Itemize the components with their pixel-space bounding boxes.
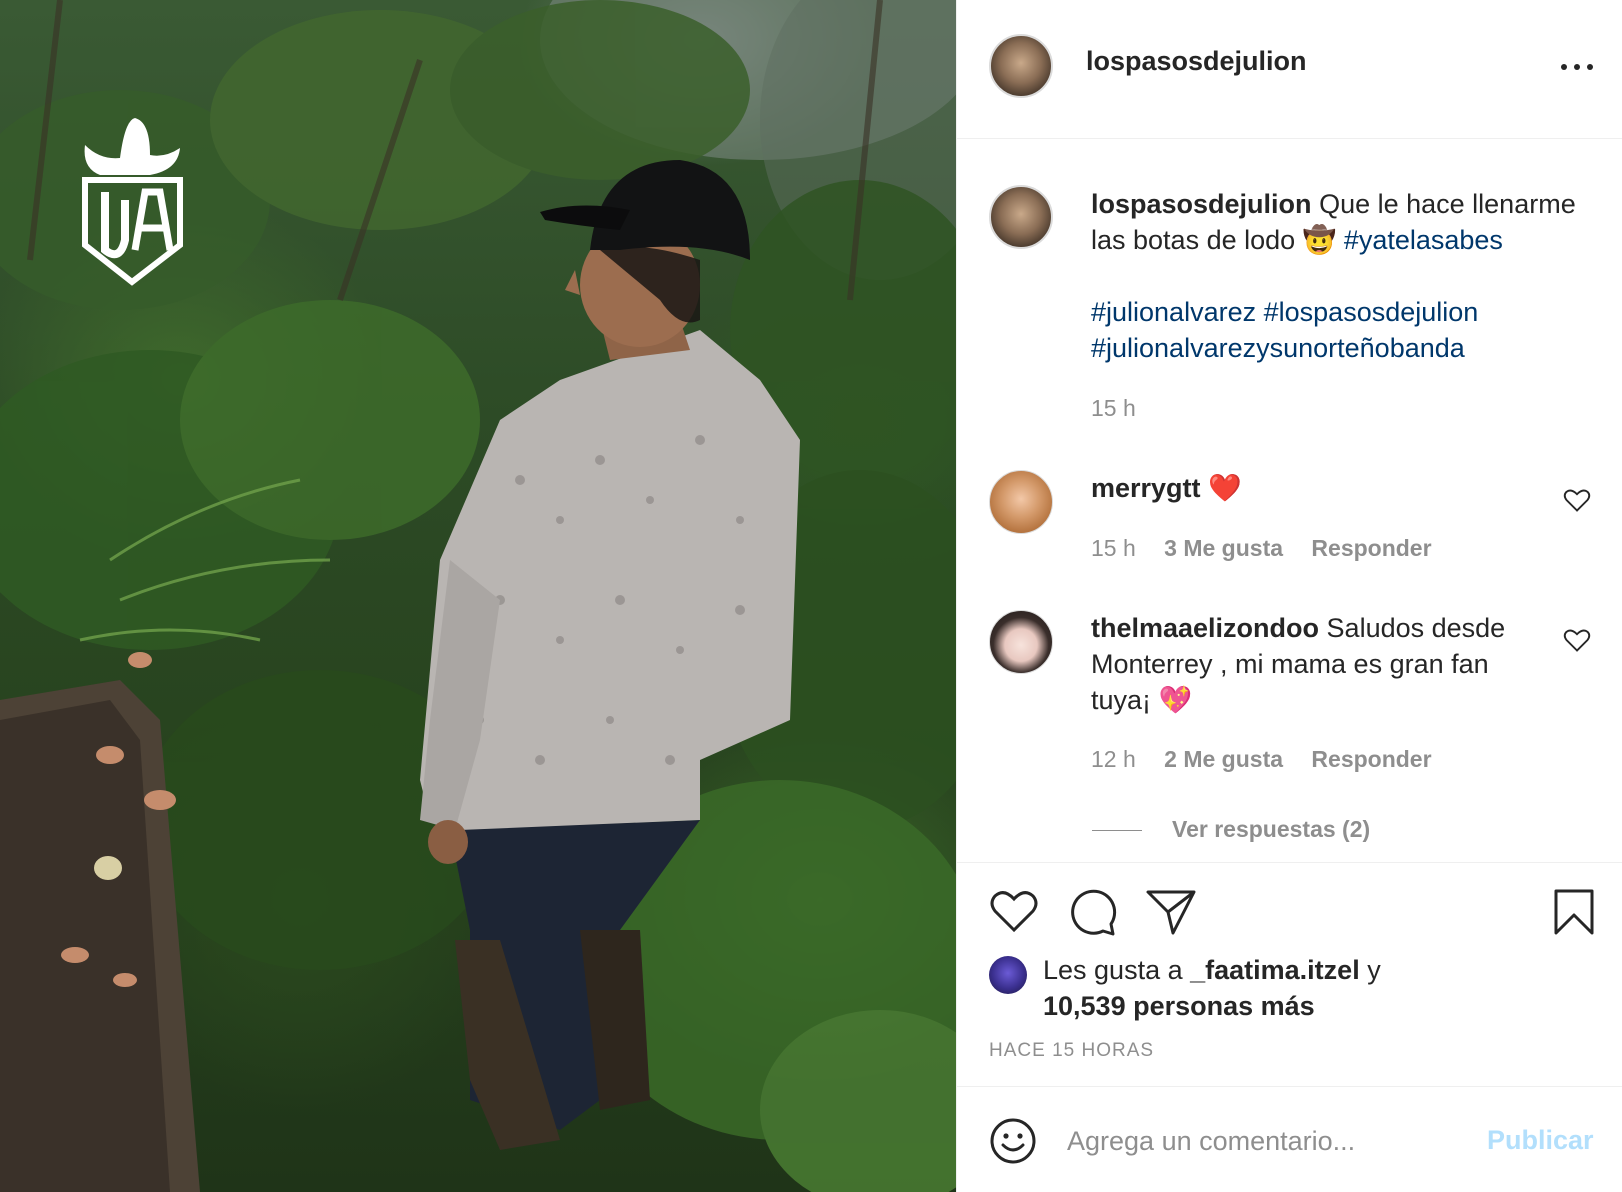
hashtag-link[interactable]: #yatelasabes [1344,225,1503,255]
comment: thelmaaelizondoo Saludos desde Monterrey… [1091,610,1561,718]
like-heart-icon[interactable] [989,888,1039,934]
more-options-icon[interactable] [1557,56,1597,76]
caption-time[interactable]: 15 h [1091,395,1136,422]
comment-emoji: 💖 [1158,685,1193,715]
post-caption: lospasosdejulion Que le hace llenarme la… [1091,186,1591,366]
caption-username[interactable]: lospasosdejulion [1091,189,1312,219]
liker-username[interactable]: _faatima.itzel [1190,955,1360,985]
reply-button[interactable]: Responder [1311,746,1431,772]
hashtag-link[interactable]: #julionalvarez [1091,297,1256,327]
commenter-avatar[interactable] [989,610,1053,674]
comment-input[interactable] [1067,1121,1447,1161]
replies-divider [1092,830,1142,832]
comment-text: tuya¡ [1091,685,1152,715]
comment-like-heart-icon[interactable] [1563,627,1591,653]
comment-username[interactable]: merrygtt [1091,473,1201,503]
hashtag-link[interactable]: #lospasosdejulion [1264,297,1479,327]
caption-author-avatar[interactable] [989,185,1053,249]
photo-illustration [0,0,956,1192]
emoji-icon[interactable] [989,1117,1037,1165]
commenter-avatar[interactable] [989,470,1053,534]
comment-username[interactable]: thelmaaelizondoo [1091,613,1319,643]
comment-emoji: ❤️ [1208,473,1242,503]
liker-avatar[interactable] [989,956,1027,994]
comment-like-heart-icon[interactable] [1563,487,1591,513]
save-bookmark-icon[interactable] [1553,888,1595,936]
likes-count[interactable]: 10,539 personas más [1043,991,1315,1021]
likes-prefix: Les gusta a [1043,955,1183,985]
post-timestamp[interactable]: HACE 15 HORAS [989,1040,1154,1062]
comment-meta: 15 h 3 Me gusta Responder [1091,535,1432,562]
comment-bubble-icon[interactable] [1067,888,1117,936]
comment-bar: Publicar [957,1086,1622,1192]
post-details-panel: lospasosdejulion lospasosdejulion Que le… [956,0,1622,1192]
view-replies-button[interactable]: Ver respuestas (2) [1092,816,1370,843]
reply-button[interactable]: Responder [1311,535,1431,561]
comment-likes[interactable]: 2 Me gusta [1164,746,1283,772]
comment-text: Saludos desde [1326,613,1506,643]
comment-meta: 12 h 2 Me gusta Responder [1091,746,1432,773]
comment: merrygtt ❤️ [1091,470,1551,506]
comment-likes[interactable]: 3 Me gusta [1164,535,1283,561]
likes-summary: Les gusta a _faatima.itzel y 10,539 pers… [1043,952,1381,1024]
view-replies-label: Ver respuestas (2) [1172,816,1371,842]
share-send-icon[interactable] [1145,888,1197,936]
caption-emoji: 🤠 [1302,225,1337,255]
post-photo [0,0,956,1192]
likes-conj: y [1367,955,1381,985]
comment-time[interactable]: 15 h [1091,535,1136,561]
post-header: lospasosdejulion [957,0,1622,139]
publish-button[interactable]: Publicar [1487,1125,1594,1156]
author-username[interactable]: lospasosdejulion [1086,46,1307,77]
comment-text: Monterrey , mi mama es gran fan [1091,649,1489,679]
comment-time[interactable]: 12 h [1091,746,1136,772]
hashtag-link[interactable]: #julionalvarezysunorteñobanda [1091,333,1465,363]
author-avatar[interactable] [989,34,1053,98]
